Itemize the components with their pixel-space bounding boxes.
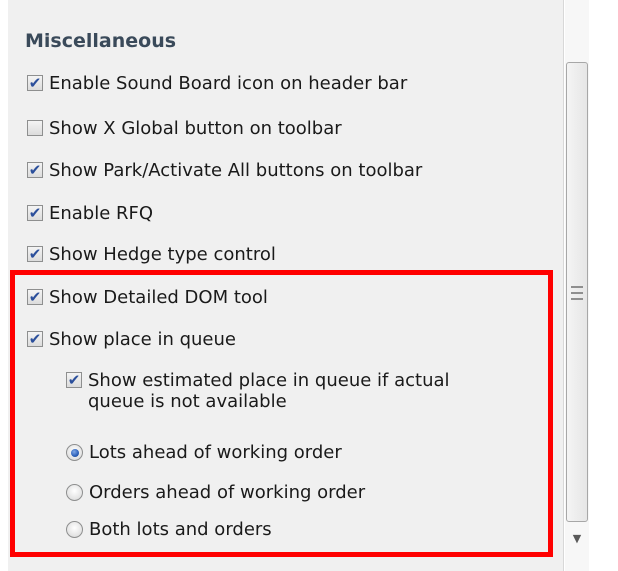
scroll-down-arrow-icon[interactable]: ▼ (567, 528, 587, 548)
option-enable-rfq[interactable]: ✔ Enable RFQ (27, 203, 153, 224)
check-icon: ✔ (28, 204, 42, 222)
option-x-global[interactable]: Show X Global button on toolbar (27, 118, 342, 139)
option-label: Show X Global button on toolbar (49, 118, 342, 139)
option-hedge-type[interactable]: ✔ Show Hedge type control (27, 244, 276, 265)
option-label: Enable Sound Board icon on header bar (49, 73, 408, 94)
checkbox[interactable] (27, 120, 43, 136)
grip-icon (571, 286, 583, 300)
highlight-box (10, 270, 553, 557)
check-icon: ✔ (28, 161, 42, 179)
section-title: Miscellaneous (25, 30, 177, 52)
option-label: Show Park/Activate All buttons on toolba… (49, 160, 423, 181)
option-label: Show Hedge type control (49, 244, 276, 265)
checkbox[interactable]: ✔ (27, 75, 43, 91)
checkbox[interactable]: ✔ (27, 162, 43, 178)
option-label: Enable RFQ (49, 203, 154, 224)
checkbox[interactable]: ✔ (27, 205, 43, 221)
option-sound-board[interactable]: ✔ Enable Sound Board icon on header bar (27, 73, 407, 94)
checkbox[interactable]: ✔ (27, 246, 43, 262)
option-park-activate[interactable]: ✔ Show Park/Activate All buttons on tool… (27, 160, 422, 181)
check-icon: ✔ (28, 74, 42, 92)
check-icon: ✔ (28, 245, 42, 263)
